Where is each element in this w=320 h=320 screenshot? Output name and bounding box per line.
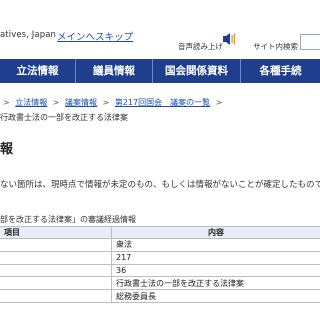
breadcrumb-bill-info[interactable]: 議案情報 [65, 98, 97, 107]
nav-legislative-info[interactable]: 立法情報 [0, 59, 76, 83]
row-value: 衆法 [111, 238, 320, 252]
speaker-icon[interactable] [222, 31, 236, 47]
table-row: 衆法 [0, 238, 320, 252]
breadcrumb-legislative-info[interactable]: 立法情報 [15, 98, 47, 107]
table-row: 217 [0, 250, 320, 265]
row-label [0, 263, 112, 278]
breadcrumb-separator: > [3, 98, 10, 107]
column-header-item: 項目 [0, 226, 112, 239]
breadcrumb-separator: > [102, 98, 110, 107]
breadcrumb-current: 行政書士法の一部を改正する法律案 [0, 113, 128, 122]
row-value: 217 [111, 250, 320, 265]
row-value: 行政書士法の一部を改正する法律案 [111, 276, 320, 291]
row-value: 総務委員長 [111, 289, 320, 303]
table-caption: 部を改正する法律案」の審議経過情報 [0, 215, 136, 224]
row-label [0, 238, 112, 252]
table-row: 行政書士法の一部を改正する法律案 [0, 276, 320, 291]
site-search-label: サイト内検索 [253, 42, 298, 51]
breadcrumb-separator: > [52, 98, 60, 107]
site-header: atives, Japan メインへスキップ 音声読み上げ サイト内検索 [0, 0, 320, 58]
table-row: 36 [0, 263, 320, 278]
breadcrumb: > 立法情報 > 議案情報 > 第217回国会 議案の一覧 > [0, 97, 225, 108]
page-title: 報 [0, 142, 14, 157]
row-value: 36 [111, 263, 320, 278]
column-header-content: 内容 [111, 226, 320, 239]
nav-diet-materials[interactable]: 国会関係資料 [153, 59, 241, 83]
table-row: 総務委員長 [0, 289, 320, 303]
breadcrumb-separator: > [215, 98, 223, 107]
info-notice: ない箇所は、現時点で情報が未定のもの、もしくは情報がないことが確定したものです [0, 180, 320, 190]
table-header-row: 項目 内容 [0, 226, 320, 239]
row-label [0, 276, 112, 291]
site-search-input[interactable] [300, 34, 320, 50]
breadcrumb-bill-list[interactable]: 第217回国会 議案の一覧 [115, 98, 210, 107]
row-label [0, 250, 112, 265]
deliberation-table: 項目 内容 衆法 217 36 行政書士法の一部を改正する法律案 総務委員長 [0, 226, 320, 303]
site-name: atives, Japan [0, 30, 57, 40]
row-label [0, 289, 112, 303]
nav-member-info[interactable]: 議員情報 [76, 59, 153, 83]
nav-procedures[interactable]: 各種手続 [241, 59, 320, 83]
skip-to-main-link[interactable]: メインへスキップ [57, 29, 133, 43]
global-nav: 立法情報 議員情報 国会関係資料 各種手続 [0, 59, 320, 83]
audio-read-label[interactable]: 音声読み上げ [178, 41, 223, 52]
